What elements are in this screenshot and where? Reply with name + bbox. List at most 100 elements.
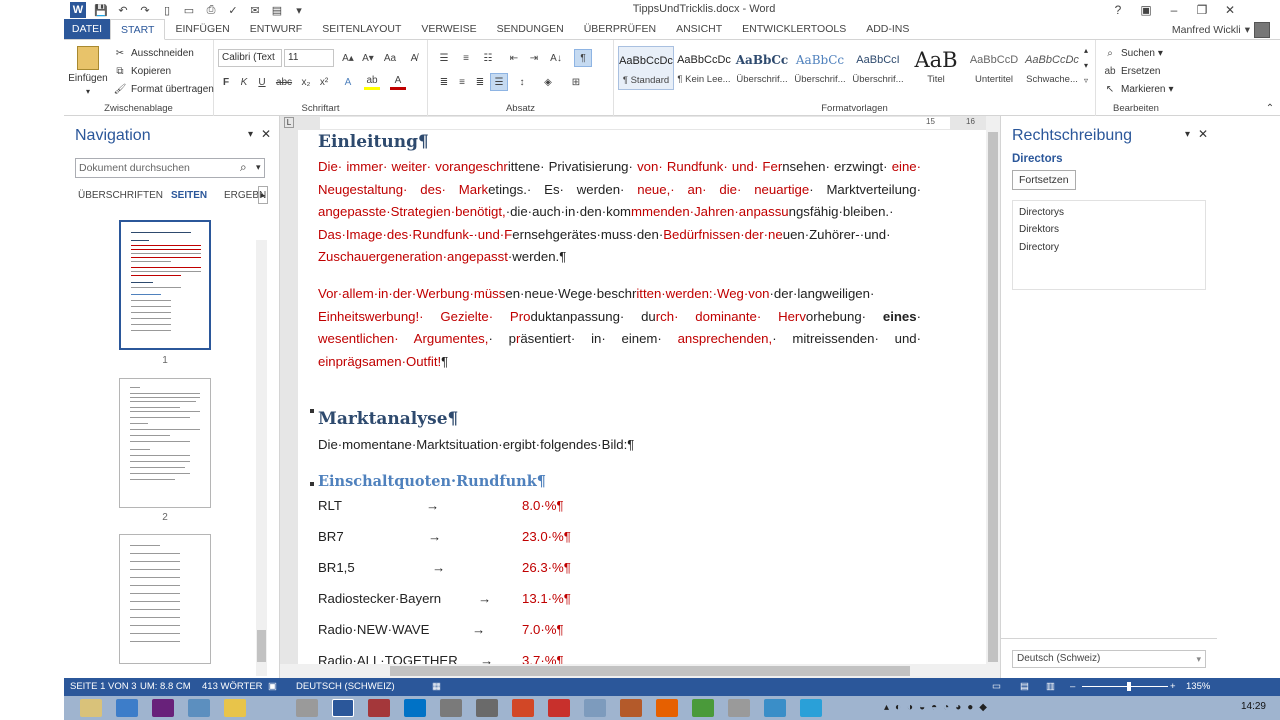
suggestion-item[interactable]: Directorys [1019,207,1064,218]
increase-indent-button[interactable]: ⇥ [526,50,542,66]
tab-ueberpruefen[interactable]: ÜBERPRÜFEN [574,19,666,39]
user-account[interactable]: Manfred Wickli ▾ [1172,22,1270,38]
multilevel-list-button[interactable]: ☷ [480,50,496,66]
style-heading-2[interactable]: AaBbCc Überschrif... [792,46,848,90]
tab-ansicht[interactable]: ANSICHT [666,19,732,39]
subscript-button[interactable]: x₂ [298,74,314,90]
style-subtitle[interactable]: AaBbCcD Untertitel [966,46,1022,90]
spelling-icon[interactable]: ✓ [224,1,242,19]
print-layout-icon[interactable]: ▤ [1020,681,1029,692]
underline-button[interactable]: U [254,74,270,90]
close-icon[interactable]: ✕ [1216,0,1244,20]
format-painter-button[interactable]: 🖌 Format übertragen [112,81,214,97]
paste-button[interactable]: Einfügen ▾ [68,46,108,96]
style-heading-3[interactable]: AaBbCcI Überschrif... [850,46,906,90]
internet-explorer-icon[interactable] [116,699,138,717]
replace-button[interactable]: ab Ersetzen [1102,63,1160,79]
page-thumbnail-2[interactable] [119,378,211,508]
tab-start[interactable]: START [110,19,166,40]
suggestion-item[interactable]: Direktors [1019,224,1059,235]
find-button[interactable]: ⌕ Suchen ▾ [1102,45,1163,61]
powerpoint-icon[interactable] [512,699,534,717]
select-button[interactable]: ↖ Markieren ▾ [1102,81,1174,97]
access-icon[interactable] [368,699,390,717]
text-effects-button[interactable]: A [340,74,356,90]
horizontal-ruler[interactable]: L 15 16 [280,116,1000,130]
pdf-icon[interactable] [548,699,570,717]
line-spacing-button[interactable]: ↕ [514,74,530,90]
tab-verweise[interactable]: VERWEISE [411,19,486,39]
tab-einfuegen[interactable]: EINFÜGEN [165,19,239,39]
zoom-slider-thumb[interactable] [1127,682,1131,691]
borders-button[interactable]: ⊞ [568,74,584,90]
font-size-select[interactable]: 11 [284,49,334,67]
customize-qat-icon[interactable]: ▾ [290,1,308,19]
word-count[interactable]: 413 WÖRTER [202,681,263,692]
search-input[interactable]: Dokument durchsuchen [75,158,265,178]
firefox-icon[interactable] [656,699,678,717]
tab-datei[interactable]: DATEI [64,19,110,39]
page-thumbnail-3[interactable] [119,534,211,664]
app-icon[interactable] [728,699,750,717]
grow-font-button[interactable]: A▴ [340,50,356,66]
tab-add-ins[interactable]: ADD-INS [856,19,919,39]
email-icon[interactable]: ✉ [246,1,264,19]
app-icon[interactable] [584,699,606,717]
word-app-icon[interactable]: W [70,2,86,18]
redo-icon[interactable]: ↷ [136,1,154,19]
style-subtle-emphasis[interactable]: AaBbCcDc Schwache... [1024,46,1080,90]
zoom-out-icon[interactable]: – [1070,681,1075,692]
bold-button[interactable]: F [218,74,234,90]
sort-button[interactable]: A↓ [548,50,564,66]
justify-button[interactable]: ☰ [490,73,508,91]
align-right-button[interactable]: ≣ [472,74,488,90]
tab-seitenlayout[interactable]: SEITENLAYOUT [312,19,411,39]
web-layout-icon[interactable]: ▥ [1046,681,1055,692]
document-page[interactable]: Einleitung¶ Die· immer· weiter· voranges… [298,130,986,664]
chevron-down-icon[interactable]: ▾ [256,162,261,173]
minimize-icon[interactable]: – [1160,0,1188,20]
telegram-icon[interactable] [800,699,822,717]
tab-headings[interactable]: ÜBERSCHRIFTEN [78,190,163,201]
outlook-icon[interactable] [404,699,426,717]
visual-studio-icon[interactable] [152,699,174,717]
tab-sendungen[interactable]: SENDUNGEN [487,19,574,39]
chrome-icon[interactable] [692,699,714,717]
app-icon[interactable] [296,699,318,717]
status-language[interactable]: DEUTSCH (SCHWEIZ) [296,681,395,692]
continue-button[interactable]: Fortsetzen [1012,170,1076,190]
style-kein-leerraum[interactable]: AaBbCcDc ¶ Kein Lee... [676,46,732,90]
style-title[interactable]: AaB Titel [908,46,964,90]
undo-icon[interactable]: ↶ [114,1,132,19]
chevron-right-icon[interactable]: ▸ [258,186,268,204]
tab-entwurf[interactable]: ENTWURF [240,19,313,39]
suggestion-item[interactable]: Directory [1019,242,1059,253]
app-icon[interactable] [188,699,210,717]
strikethrough-button[interactable]: abc [276,74,292,90]
zoom-slider[interactable] [1082,686,1168,687]
save-icon[interactable]: 💾 [92,1,110,19]
numbering-button[interactable]: ≡ [458,50,474,66]
cut-button[interactable]: ✂ Ausschneiden [112,45,194,61]
superscript-button[interactable]: x² [316,74,332,90]
file-explorer-icon[interactable] [80,699,102,717]
app-icon[interactable] [764,699,786,717]
search-icon[interactable]: ⌕ [240,160,247,175]
style-standard[interactable]: AaBbCcDc ¶ Standard [618,46,674,90]
page-thumbnail-1[interactable] [119,220,211,350]
show-formatting-button[interactable]: ¶ [574,49,592,67]
font-name-select[interactable]: Calibri (Text [218,49,282,67]
tab-selector-icon[interactable]: L [284,117,294,128]
ribbon-options-icon[interactable]: ▣ [1132,0,1160,20]
app-icon[interactable] [620,699,642,717]
print-preview-icon[interactable]: ⎙ [202,1,220,19]
new-doc-icon[interactable]: ▯ [158,1,176,19]
font-color-button[interactable]: A [390,74,406,90]
open-icon[interactable]: ▭ [180,1,198,19]
vertical-scroll-thumb[interactable] [988,132,998,662]
italic-button[interactable]: K [236,74,252,90]
word-taskbar-icon[interactable] [332,699,354,717]
zoom-in-icon[interactable]: + [1170,681,1176,692]
app-icon[interactable] [476,699,498,717]
highlight-button[interactable]: ab [364,74,380,90]
